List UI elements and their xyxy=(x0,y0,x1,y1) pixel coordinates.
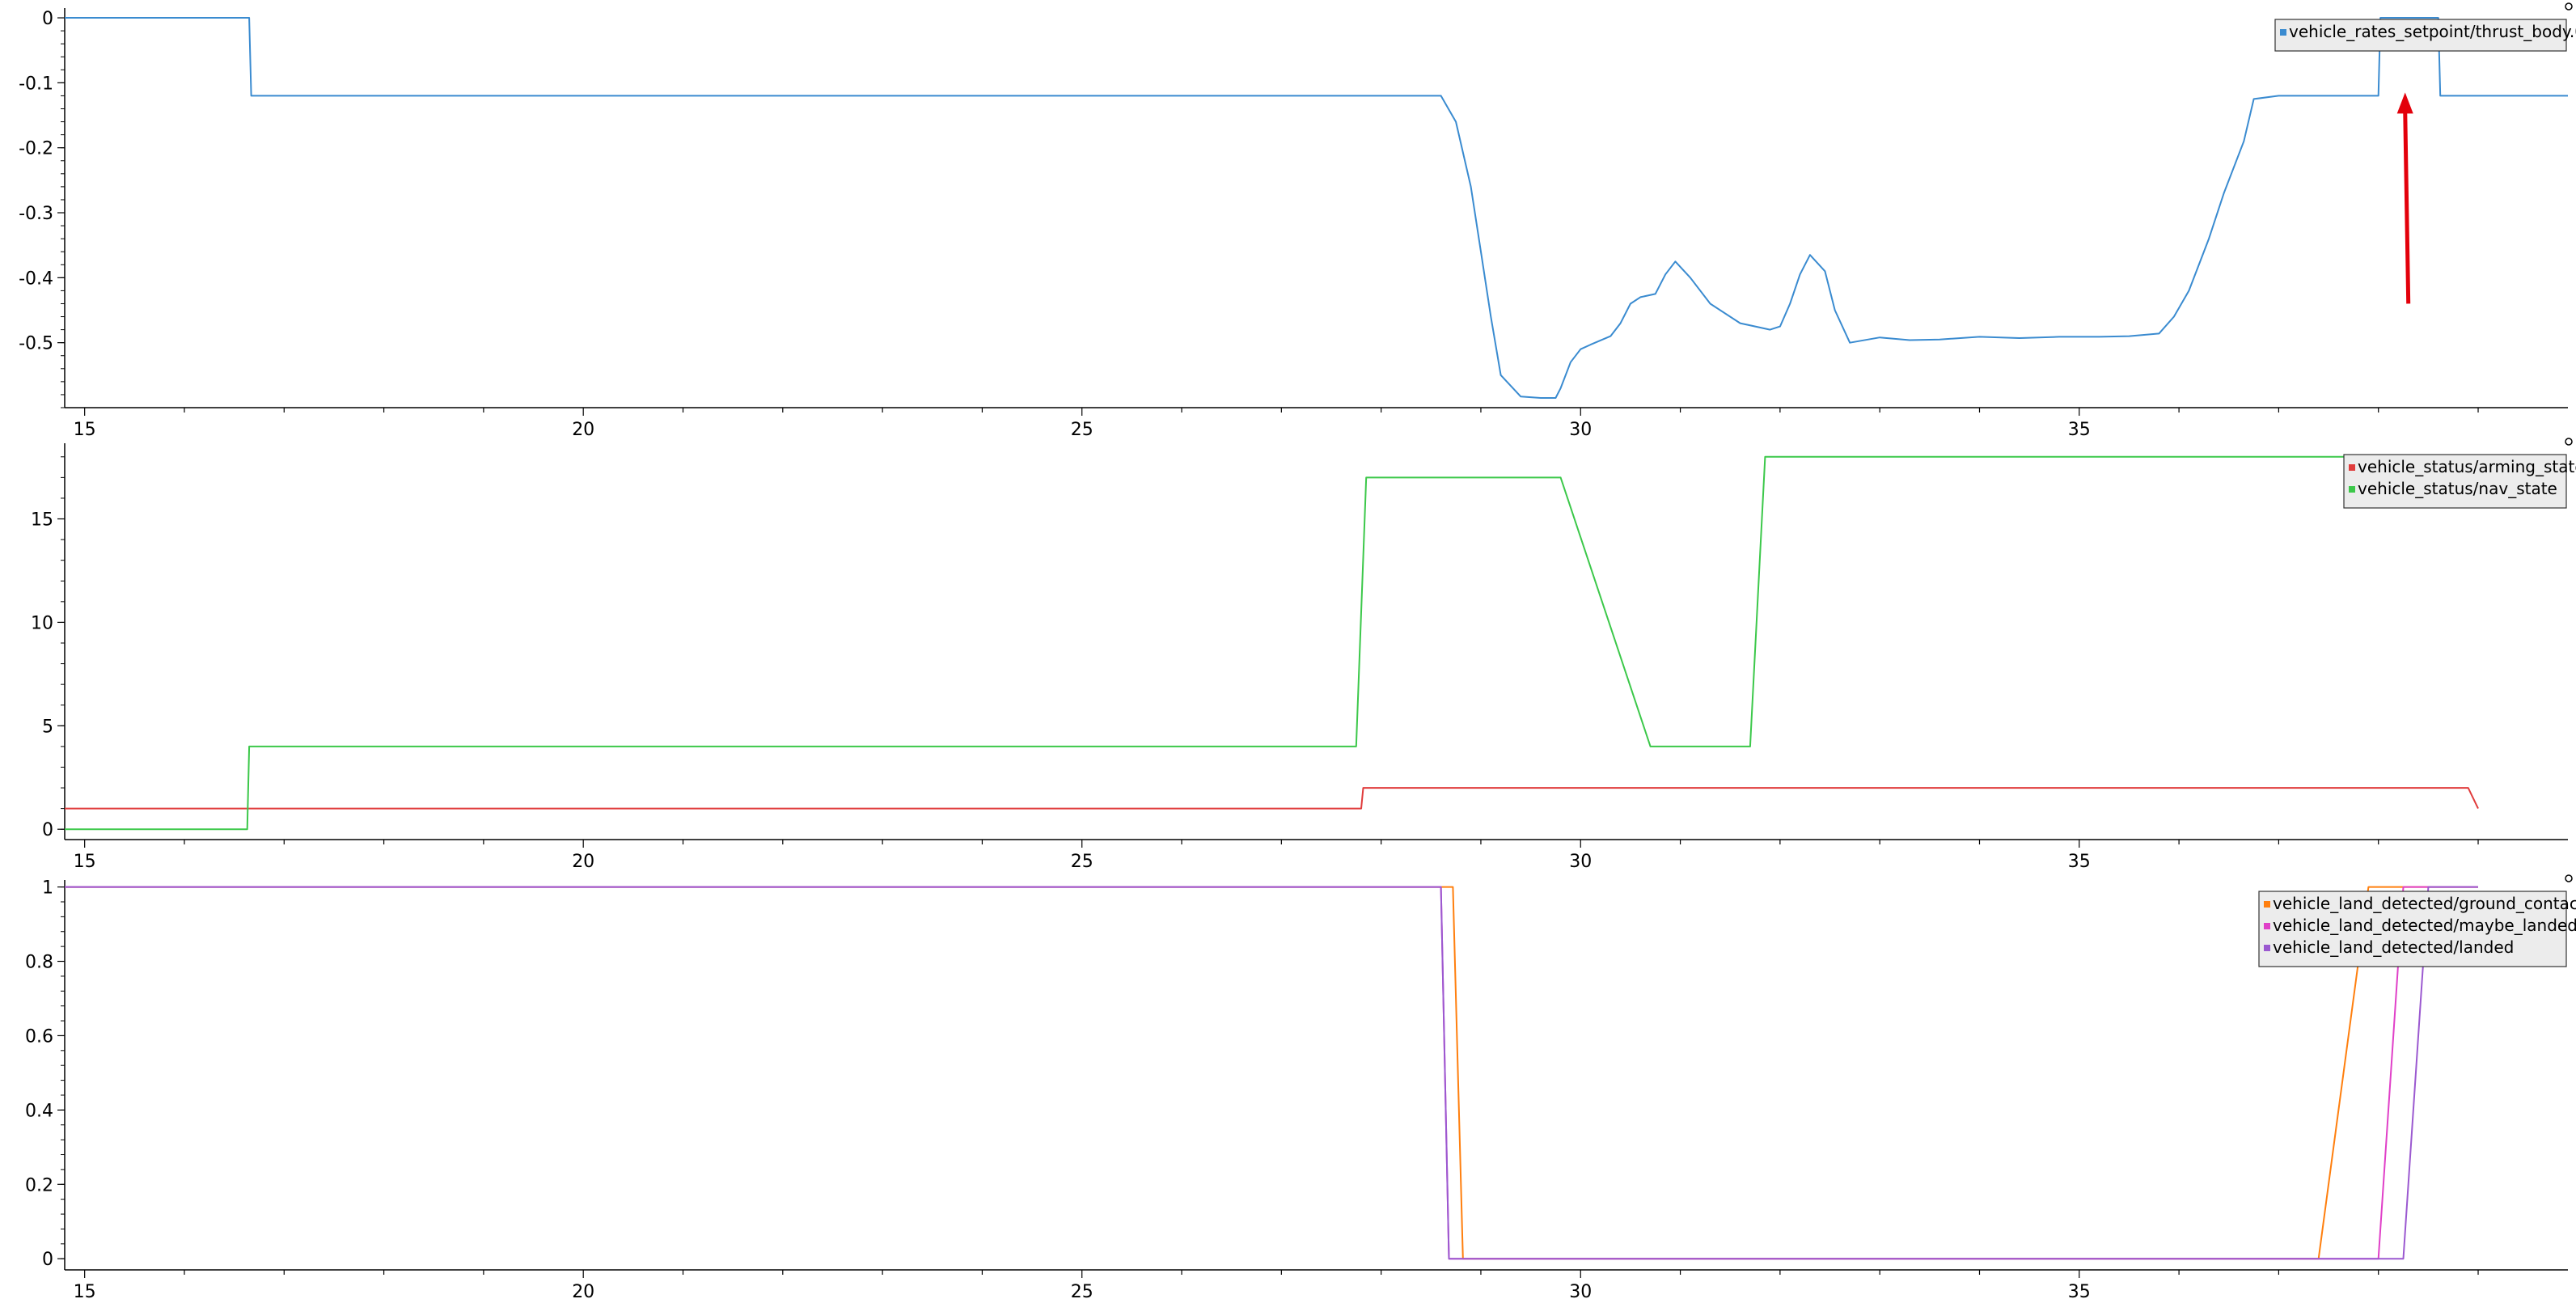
y-tick-label: -0.5 xyxy=(19,334,53,354)
plots-canvas: 15 20 25 30 350-0.1-0.2-0.3-0.4-0.5vehicle_r… xyxy=(19,2,2576,1299)
y-tick-label: 1 xyxy=(42,878,53,899)
plot-panel-2: 15 20 25 30 35 0 5 10 15 vehicle_status/arming_st… xyxy=(31,438,2576,872)
legend-swatch xyxy=(2264,901,2270,908)
y-tick-label: 10 xyxy=(31,613,53,633)
legend-swatch xyxy=(2264,945,2270,951)
x-tick-label: 15 xyxy=(74,1282,96,1299)
legend-label: vehicle_land_detected/maybe_landed xyxy=(2273,916,2576,935)
annotation-arrow-shaft xyxy=(2403,110,2411,304)
y-tick-label: 0 xyxy=(42,820,53,840)
x-tick-label: 35 xyxy=(2068,420,2091,440)
series-line xyxy=(65,787,2479,810)
legend-label: vehicle_status/nav_state xyxy=(2358,479,2557,498)
y-tick-label: 0 xyxy=(42,9,53,29)
x-tick-label: 30 xyxy=(1569,420,1592,440)
legend-label: vehicle_land_detected/landed xyxy=(2273,937,2514,957)
x-tick-label: 30 xyxy=(1569,852,1592,872)
y-tick-label: 0.4 xyxy=(25,1101,53,1121)
series-line xyxy=(65,455,2478,831)
y-tick-label: 0.8 xyxy=(25,953,53,973)
y-tick-label: -0.2 xyxy=(19,139,53,159)
y-tick-label: -0.4 xyxy=(19,269,53,289)
legend-swatch xyxy=(2280,29,2286,36)
y-tick-label: 0 xyxy=(42,1250,53,1270)
series-line xyxy=(65,886,2478,1260)
corner-circle-icon xyxy=(2565,438,2573,446)
legend-swatch xyxy=(2349,486,2355,493)
corner-circle-icon xyxy=(2565,2,2573,11)
x-tick-label: 30 xyxy=(1569,1282,1592,1299)
legend: vehicle_land_detected/ground_contactvehi… xyxy=(2258,891,2576,967)
x-tick-label: 15 xyxy=(74,852,96,872)
legend: vehicle_rates_setpoint/thrust_body.02 xyxy=(2274,19,2576,52)
x-tick-label: 35 xyxy=(2068,852,2091,872)
legend-label: vehicle_status/arming_state xyxy=(2358,457,2576,476)
legend-swatch xyxy=(2264,923,2270,929)
y-tick-label: -0.1 xyxy=(19,74,53,94)
series-line xyxy=(65,886,2478,1260)
x-tick-label: 25 xyxy=(1071,420,1093,440)
x-tick-label: 25 xyxy=(1071,852,1093,872)
x-tick-label: 35 xyxy=(2068,1282,2091,1299)
y-tick-label: 5 xyxy=(42,717,53,737)
y-tick-label: 0.6 xyxy=(25,1026,53,1047)
y-tick-label: 15 xyxy=(31,510,53,531)
legend: vehicle_status/arming_state vehicle_statu… xyxy=(2343,454,2576,509)
legend-swatch xyxy=(2349,464,2355,471)
x-tick-label: 20 xyxy=(572,1282,594,1299)
legend-label: vehicle_land_detected/ground_contact xyxy=(2273,894,2576,913)
series-line xyxy=(65,17,2568,399)
x-tick-label: 25 xyxy=(1071,1282,1093,1299)
x-tick-label: 20 xyxy=(572,420,594,440)
x-tick-label: 15 xyxy=(74,420,96,440)
plot-panel-1: 15 20 25 30 35 0 -0.1 -0.2 -0.3 -0.4 -0.5 vehicle_r… xyxy=(19,2,2576,440)
plot-panel-3: 15 20 25 30 35 0 0.2 0.4 0.6 0.8 1 vehicle_land_det… xyxy=(25,874,2576,1299)
annotation-arrow-head xyxy=(2396,92,2413,114)
y-tick-label: 0.2 xyxy=(25,1175,53,1195)
legend-label: vehicle_rates_setpoint/thrust_body.02 xyxy=(2289,22,2576,41)
y-tick-label: -0.3 xyxy=(19,204,53,224)
series-line xyxy=(65,886,2478,1260)
corner-circle-icon xyxy=(2565,874,2573,882)
x-tick-label: 20 xyxy=(572,852,594,872)
